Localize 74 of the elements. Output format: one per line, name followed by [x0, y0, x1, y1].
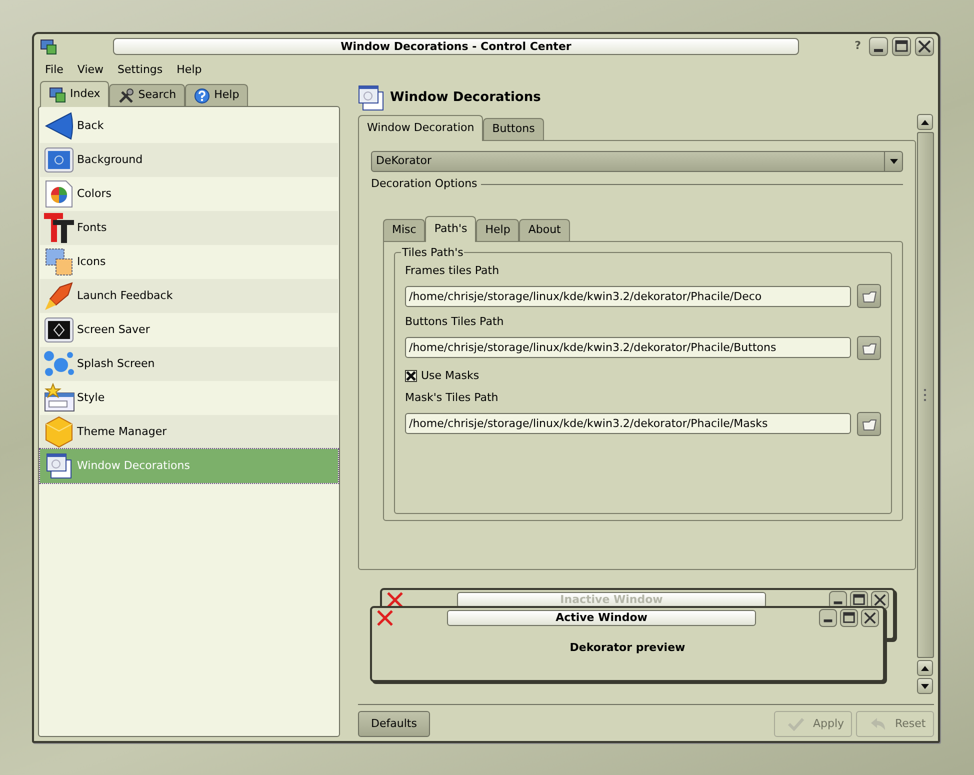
monitor-icon [49, 86, 66, 103]
defaults-button[interactable]: Defaults [358, 711, 430, 737]
checkbox-label: Use Masks [421, 368, 480, 384]
decoration-dropdown[interactable]: DeKorator [371, 151, 903, 172]
sidebar-item[interactable]: Theme Manager [40, 415, 338, 449]
browse-button[interactable] [857, 412, 881, 436]
checkmark-icon [787, 717, 805, 731]
tools-icon [118, 88, 134, 104]
pictures-icon [44, 247, 74, 277]
monitor-icon [44, 316, 74, 344]
rocket-icon [44, 281, 74, 311]
minimize-icon [874, 48, 883, 52]
sidebar-item[interactable]: Background [40, 143, 338, 177]
menu-item[interactable]: Help [170, 60, 209, 80]
cube-icon [44, 416, 74, 448]
tab[interactable]: Buttons [483, 118, 544, 140]
caret-icon [890, 159, 898, 164]
section-label: Decoration Options [371, 176, 478, 192]
maximize-icon [840, 609, 858, 628]
cross-icon [376, 610, 394, 626]
tab[interactable]: Index [40, 81, 110, 107]
window-title: Window Decorations - Control Center [113, 38, 799, 54]
up-arrow-icon [921, 120, 929, 124]
minimize-button[interactable] [869, 36, 888, 56]
field-label: Buttons Tiles Path [405, 314, 505, 330]
tab[interactable]: About [519, 218, 570, 240]
close-icon [917, 38, 932, 54]
menu-item[interactable]: File [38, 60, 70, 80]
tab[interactable]: Search [109, 84, 186, 106]
scrollbar-thumb[interactable] [917, 132, 934, 658]
sidebar-item[interactable]: Splash Screen [40, 347, 338, 381]
field-label: Frames tiles Path [405, 262, 500, 278]
tab[interactable]: Help [476, 218, 520, 240]
undo-arrow-icon [869, 717, 887, 731]
tab[interactable]: Misc [383, 218, 426, 240]
path-field[interactable]: /home/chrisje/storage/linux/kde/kwin3.2/dekorator/Phacile/Buttons [405, 337, 851, 358]
maximize-button[interactable] [892, 36, 911, 56]
sidebar-item[interactable]: Launch Feedback [40, 279, 338, 313]
preview-title: Active Window [447, 610, 756, 626]
scroll-down-button[interactable] [917, 678, 933, 694]
font-letters-icon [42, 212, 74, 244]
maximize-icon [894, 38, 909, 54]
back-arrow-icon [44, 111, 74, 141]
browse-button[interactable] [857, 336, 881, 360]
scroll-up-button[interactable] [917, 114, 933, 130]
tab[interactable]: Help [185, 84, 248, 106]
browse-button[interactable] [857, 284, 881, 308]
window-star-icon [42, 383, 74, 413]
path-field[interactable]: /home/chrisje/storage/linux/kde/kwin3.2/dekorator/Phacile/Deco [405, 286, 851, 306]
checkbox[interactable] [405, 370, 417, 382]
sidebar-item[interactable]: Fonts [40, 211, 338, 245]
path-field[interactable]: /home/chrisje/storage/linux/kde/kwin3.2/dekorator/Phacile/Masks [405, 413, 851, 434]
minimize-icon [819, 609, 837, 628]
windows-icon [358, 85, 384, 111]
grip-icon [924, 389, 927, 401]
app-icon [40, 38, 57, 54]
tab[interactable]: Path's [425, 216, 476, 242]
preview-text: Dekorator preview [568, 640, 686, 656]
field-label: Mask's Tiles Path [405, 390, 500, 406]
close-icon [861, 609, 879, 628]
menu-item[interactable]: View [70, 60, 111, 80]
help-icon [194, 88, 210, 104]
color-wheel-icon [44, 179, 74, 209]
close-button[interactable] [915, 36, 934, 56]
menu-item[interactable]: Settings [110, 60, 170, 80]
tab[interactable]: Window Decoration [358, 115, 484, 141]
module-title: Window Decorations [390, 89, 541, 108]
cross-icon [386, 592, 404, 608]
down-arrow-icon [921, 684, 929, 688]
help-button[interactable]: ? [854, 38, 865, 54]
scroll-up-button[interactable] [917, 660, 933, 676]
up-arrow-icon [921, 666, 929, 670]
desktop-icon [44, 146, 74, 174]
windows-icon [46, 453, 72, 479]
